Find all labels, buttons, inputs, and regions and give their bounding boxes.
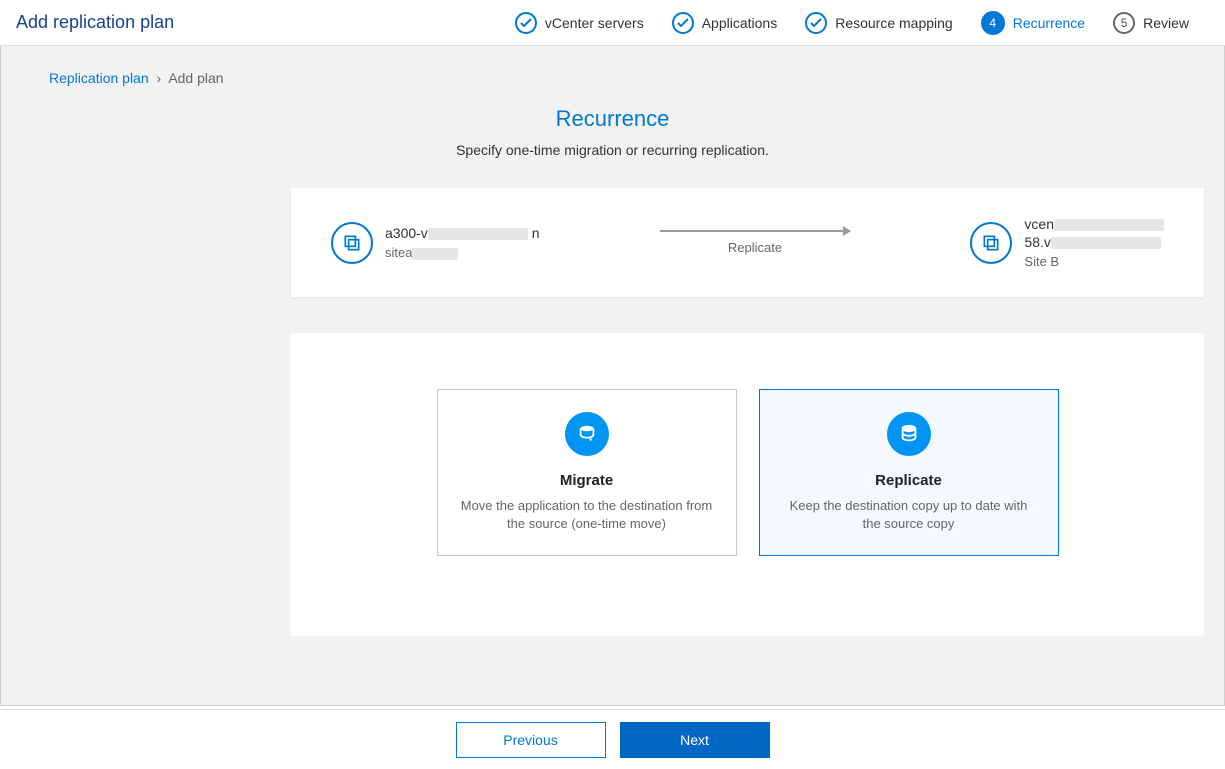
breadcrumb-root[interactable]: Replication plan [49, 70, 149, 86]
datacenter-icon [970, 222, 1012, 264]
source-name: a300-v n [385, 225, 540, 241]
option-replicate[interactable]: Replicate Keep the destination copy up t… [759, 389, 1059, 556]
step-applications[interactable]: Applications [672, 12, 778, 34]
option-title: Replicate [780, 472, 1038, 489]
step-label: Recurrence [1013, 15, 1085, 31]
step-number-icon: 5 [1113, 12, 1135, 34]
step-label: Resource mapping [835, 15, 953, 31]
arrow-right-icon [660, 230, 850, 232]
target-name2-text: 58.v [1024, 234, 1050, 250]
replicate-icon [887, 412, 931, 456]
breadcrumb-current: Add plan [168, 70, 223, 86]
option-desc: Move the application to the destination … [458, 497, 716, 533]
recurrence-options-card: Migrate Move the application to the dest… [291, 333, 1204, 636]
next-button[interactable]: Next [620, 722, 770, 758]
target-name: vcen [1024, 216, 1164, 232]
option-title: Migrate [458, 472, 716, 489]
target-name-text: vcen [1024, 216, 1054, 232]
wizard-body: Replication plan › Add plan Recurrence S… [0, 46, 1225, 706]
step-label: vCenter servers [545, 15, 644, 31]
step-label: Review [1143, 15, 1189, 31]
step-vcenter-servers[interactable]: vCenter servers [515, 12, 644, 34]
option-desc: Keep the destination copy up to date wit… [780, 497, 1038, 533]
redacted-text [412, 248, 458, 260]
source-site-text: sitea [385, 245, 412, 260]
check-icon [515, 12, 537, 34]
source-site: sitea [385, 245, 540, 260]
redacted-text [1051, 237, 1161, 249]
redacted-text [428, 228, 528, 240]
step-resource-mapping[interactable]: Resource mapping [805, 12, 953, 34]
wizard-header: Add replication plan vCenter servers App… [0, 0, 1225, 46]
previous-button[interactable]: Previous [456, 722, 606, 758]
target-site: Site B [1024, 254, 1164, 269]
flow-arrow: Replicate [560, 230, 951, 255]
source-name-text: a300-v [385, 225, 428, 241]
section-title: Recurrence [21, 106, 1204, 132]
target-name-2: 58.v [1024, 234, 1164, 250]
option-migrate[interactable]: Migrate Move the application to the dest… [437, 389, 737, 556]
wizard-footer: Previous Next [0, 709, 1225, 769]
replication-flow-card: a300-v n sitea Replicate [291, 188, 1204, 297]
migrate-icon [565, 412, 609, 456]
chevron-right-icon: › [157, 70, 162, 86]
section-desc: Specify one-time migration or recurring … [21, 142, 1204, 158]
datacenter-icon [331, 222, 373, 264]
check-icon [672, 12, 694, 34]
step-label: Applications [702, 15, 778, 31]
step-review[interactable]: 5 Review [1113, 12, 1189, 34]
redacted-text [1054, 219, 1164, 231]
source-endpoint: a300-v n sitea [331, 222, 540, 264]
breadcrumb: Replication plan › Add plan [49, 70, 1204, 86]
wizard-steps: vCenter servers Applications Resource ma… [515, 11, 1209, 35]
target-endpoint: vcen 58.v Site B [970, 216, 1164, 269]
flow-action-label: Replicate [560, 240, 951, 255]
page-title: Add replication plan [16, 12, 214, 33]
step-recurrence[interactable]: 4 Recurrence [981, 11, 1085, 35]
check-icon [805, 12, 827, 34]
step-number-icon: 4 [981, 11, 1005, 35]
